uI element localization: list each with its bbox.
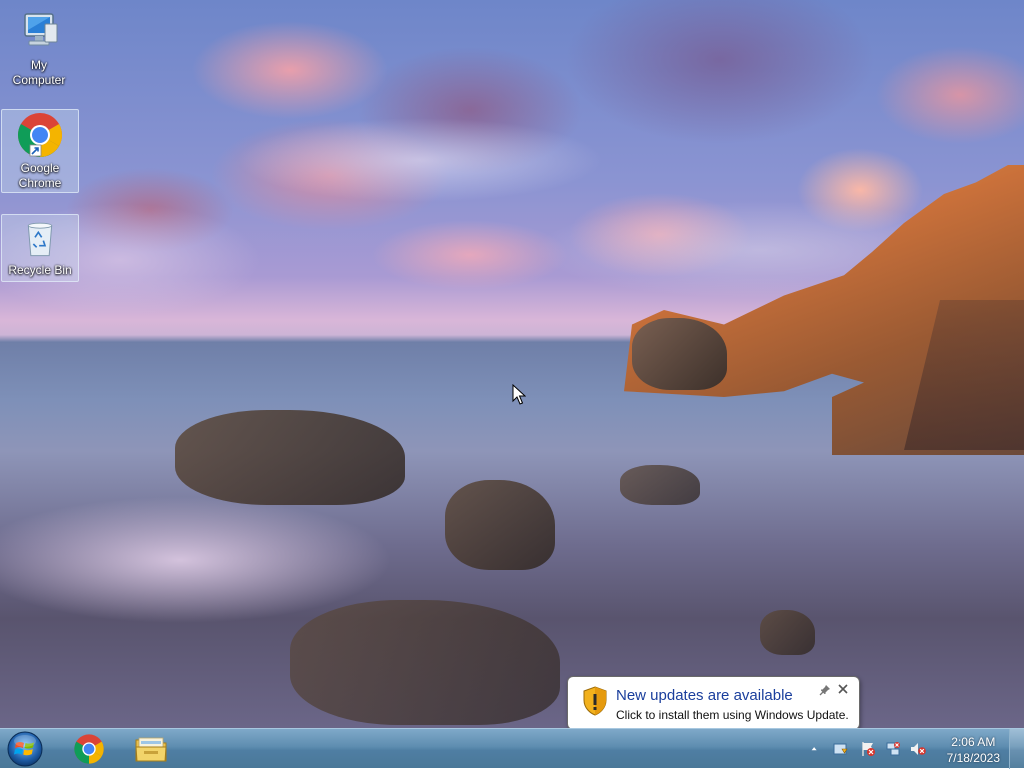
taskbar: 2:06 AM 7/18/2023 [0, 728, 1024, 769]
taskbar-app-windows-explorer[interactable] [123, 731, 179, 766]
show-hidden-icons-arrow-icon[interactable] [811, 741, 821, 757]
wallpaper-rock [632, 318, 727, 390]
desktop-icon-label: My Computer [12, 58, 66, 87]
desktop-icon-google-chrome[interactable]: Google Chrome [1, 109, 79, 193]
close-icon[interactable] [836, 682, 850, 696]
action-center-flag-icon[interactable] [860, 741, 876, 757]
network-icon[interactable] [885, 741, 901, 757]
desktop-icon-label: Recycle Bin [8, 263, 72, 277]
desktop-icon-recycle-bin[interactable]: Recycle Bin [1, 214, 79, 282]
taskbar-app-google-chrome[interactable] [61, 731, 117, 766]
system-tray: 2:06 AM 7/18/2023 [809, 729, 1024, 769]
mouse-cursor-icon [512, 384, 526, 405]
desktop-icon-label: Google Chrome [18, 161, 62, 190]
pin-icon[interactable] [819, 684, 831, 696]
chrome-icon [74, 733, 104, 764]
notification-balloon[interactable]: New updates are available Click to insta… [567, 676, 860, 730]
notification-title: New updates are available [616, 687, 793, 704]
windows-update-icon[interactable] [833, 741, 849, 757]
notification-message: Click to install them using Windows Upda… [616, 708, 849, 722]
shield-warning-icon [583, 686, 607, 716]
wallpaper-rock [620, 465, 700, 505]
show-desktop-button[interactable] [1009, 729, 1024, 769]
wallpaper-rock [760, 610, 815, 655]
recycle-bin-icon [27, 222, 53, 257]
clock-time: 2:06 AM [951, 735, 996, 749]
wallpaper-rock [290, 600, 560, 725]
desktop-background[interactable]: My Computer Google Chrome Recycle Bin [0, 0, 1024, 728]
clock-date: 7/18/2023 [946, 751, 1000, 765]
chrome-icon [18, 113, 62, 157]
desktop-icon-my-computer[interactable]: My Computer [1, 8, 77, 90]
volume-muted-icon[interactable] [910, 741, 926, 757]
taskbar-clock[interactable]: 2:06 AM 7/18/2023 [947, 734, 1000, 766]
computer-icon [24, 13, 58, 46]
wallpaper-rock [445, 480, 555, 570]
folder-icon [135, 737, 167, 761]
start-button[interactable] [6, 731, 44, 767]
wallpaper-rock [175, 410, 405, 505]
